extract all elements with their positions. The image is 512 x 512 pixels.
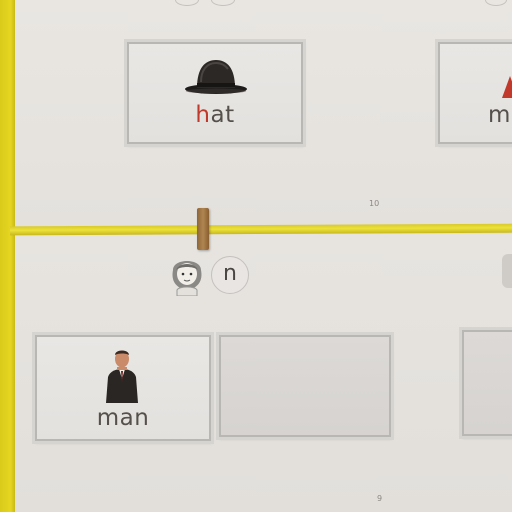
top-mark-right xyxy=(211,0,235,6)
man-card[interactable]: man xyxy=(35,335,211,441)
photo-scene: hat m 10 n man 9 xyxy=(0,0,512,512)
empty-card[interactable] xyxy=(219,335,391,437)
top-mark-left xyxy=(175,0,199,6)
yellow-binder-strip xyxy=(0,0,15,512)
hat-word: hat xyxy=(129,102,301,128)
hat-initial-letter: h xyxy=(195,102,211,128)
girl-face-icon xyxy=(172,261,202,296)
man-word: man xyxy=(96,405,150,431)
partial-card-top-right[interactable]: m xyxy=(438,42,512,144)
partial-empty-card-right[interactable] xyxy=(462,330,512,436)
partial-word: m xyxy=(488,102,511,128)
bowler-hat-icon xyxy=(185,60,247,94)
page-number-top: 10 xyxy=(369,199,380,208)
page-number-bottom: 9 xyxy=(377,494,383,503)
letter-n-circle: n xyxy=(211,256,249,294)
red-shape-icon xyxy=(502,76,512,98)
wooden-clothespin[interactable] xyxy=(197,208,209,250)
top-mark-far xyxy=(485,0,507,6)
partial-icon-right xyxy=(502,254,512,288)
top-page: hat m 10 xyxy=(15,0,512,226)
man-in-suit-icon xyxy=(106,350,138,403)
bottom-page: n man 9 xyxy=(15,234,512,512)
hat-rest-letters: at xyxy=(210,102,235,128)
hat-card[interactable]: hat xyxy=(127,42,303,144)
